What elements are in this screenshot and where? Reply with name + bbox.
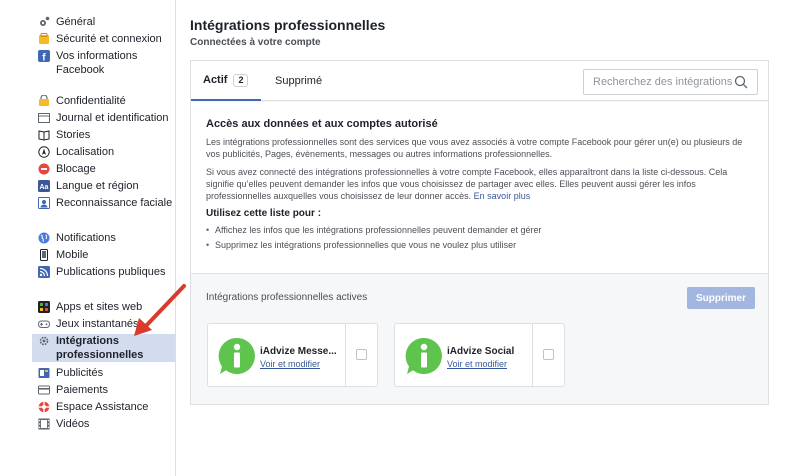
sidebar-item-label: Vos informations Facebook (56, 50, 138, 76)
sidebar-item-ads[interactable]: Publicités (38, 366, 175, 383)
info-paragraph: Si vous avez connecté des intégrations p… (206, 166, 754, 202)
sidebar-item-label: Intégrations professionnelles (56, 335, 144, 361)
remove-button[interactable]: Supprimer (687, 287, 755, 309)
sidebar-item-label: Espace Assistance (56, 401, 149, 413)
info-text: Si vous avez connecté des intégrations p… (206, 167, 728, 201)
usage-list: Affichez les infos que les intégrations … (206, 223, 754, 253)
info-section: Accès aux données et aux comptes autoris… (191, 102, 768, 274)
sidebar-item-label: Publicités (56, 367, 104, 379)
apps-icon (38, 301, 50, 313)
ads-icon (38, 367, 50, 379)
tab-label: Actif (203, 74, 228, 86)
info-heading: Accès aux données et aux comptes autoris… (206, 118, 438, 130)
sidebar-item-payments[interactable]: Paiements (38, 383, 175, 400)
sidebar-item-general[interactable]: Général (38, 15, 162, 32)
list-lead: Utilisez cette liste pour : (206, 208, 322, 219)
shield-icon (38, 33, 50, 45)
search-icon[interactable] (734, 75, 748, 89)
sidebar-item-label: Stories (56, 129, 91, 141)
red-arrow-annotation (134, 284, 186, 336)
integration-name: iAdvize Social (447, 346, 515, 357)
block-icon (38, 163, 50, 175)
integration-name: iAdvize Messe... (260, 346, 337, 357)
search-box (583, 69, 758, 95)
info-paragraph: Les intégrations professionnelles sont d… (206, 137, 743, 159)
list-item: Supprimez les intégrations professionnel… (206, 238, 754, 253)
learn-more-link[interactable]: En savoir plus (474, 191, 531, 201)
sidebar-item-stories[interactable]: Stories (38, 128, 172, 145)
sidebar-item-security[interactable]: Sécurité et connexion (38, 32, 162, 49)
sidebar-divider (175, 0, 176, 476)
sidebar-group-privacy: Confidentialité Journal et identificatio… (38, 94, 172, 213)
sidebar-item-label: Mobile (56, 249, 89, 261)
facebook-icon: f (38, 50, 50, 62)
page-subtitle: Connectées à votre compte (190, 37, 321, 48)
sidebar-item-label: Vidéos (56, 418, 90, 430)
sidebar-item-privacy[interactable]: Confidentialité (38, 94, 172, 111)
integrations-panel: Actif 2 Supprimé Accès aux données et au… (190, 60, 769, 405)
lock-icon (38, 95, 50, 107)
sidebar-item-language[interactable]: Aa Langue et région (38, 179, 172, 196)
sidebar-item-label: Publications publiques (56, 266, 166, 278)
sidebar-item-notifications[interactable]: Notifications (38, 231, 165, 248)
gamepad-icon (38, 318, 50, 330)
view-edit-link[interactable]: Voir et modifier (260, 359, 320, 369)
tab-removed[interactable]: Supprimé (275, 61, 322, 101)
language-icon: Aa (38, 180, 50, 192)
globe-icon (38, 232, 50, 244)
iadvize-logo-icon (217, 336, 257, 376)
rss-icon (38, 266, 50, 278)
search-input[interactable] (584, 70, 732, 94)
sidebar-item-business-integrations[interactable]: Intégrations professionnelles (32, 334, 175, 362)
location-icon (38, 146, 50, 158)
sidebar-group-account: Général Sécurité et connexion f Vos info… (38, 15, 162, 79)
tab-count-badge: 2 (233, 73, 249, 87)
sidebar-item-mobile[interactable]: Mobile (38, 248, 165, 265)
sidebar-item-timeline[interactable]: Journal et identification (38, 111, 172, 128)
sidebar-item-label: Général (56, 16, 96, 28)
film-icon (38, 418, 50, 430)
card-divider (345, 324, 346, 386)
sidebar-item-label: Langue et région (56, 180, 139, 192)
sidebar-item-blocking[interactable]: Blocage (38, 162, 172, 179)
sidebar-item-label: Journal et identification (56, 112, 169, 124)
sidebar-item-label: Notifications (56, 232, 116, 244)
sidebar-item-videos[interactable]: Vidéos (38, 417, 175, 434)
select-checkbox[interactable] (356, 349, 367, 360)
gear-icon (38, 16, 50, 28)
sidebar-item-label: Reconnaissance faciale (56, 197, 173, 209)
card-icon (38, 384, 50, 396)
sidebar-item-face-recognition[interactable]: Reconnaissance faciale (38, 196, 172, 213)
integration-card[interactable]: iAdvize Social Voir et modifier (394, 323, 565, 387)
sidebar-item-support-inbox[interactable]: Espace Assistance (38, 400, 175, 417)
book-icon (38, 129, 50, 141)
tab-bar: Actif 2 Supprimé (191, 61, 768, 101)
svg-text:Aa: Aa (40, 184, 49, 191)
integration-card[interactable]: iAdvize Messe... Voir et modifier (207, 323, 378, 387)
view-edit-link[interactable]: Voir et modifier (447, 359, 507, 369)
active-integrations-title: Intégrations professionnelles actives (206, 292, 368, 303)
page-title: Intégrations professionnelles (190, 17, 386, 33)
sidebar-item-label: Paiements (56, 384, 108, 396)
sidebar-item-label: Localisation (56, 146, 115, 158)
timeline-icon (38, 112, 50, 124)
lifebuoy-icon (38, 401, 50, 413)
tab-active[interactable]: Actif 2 (191, 61, 261, 101)
sidebar-item-your-facebook-info[interactable]: f Vos informations Facebook (38, 49, 162, 79)
sidebar-item-public-posts[interactable]: Publications publiques (38, 265, 165, 282)
select-checkbox[interactable] (543, 349, 554, 360)
mobile-icon (38, 249, 50, 261)
face-icon (38, 197, 50, 209)
business-gear-icon (38, 335, 50, 347)
sidebar-item-label: Confidentialité (56, 95, 126, 107)
sidebar-item-label: Sécurité et connexion (56, 33, 162, 45)
sidebar-item-location[interactable]: Localisation (38, 145, 172, 162)
settings-sidebar: Général Sécurité et connexion f Vos info… (0, 0, 175, 476)
list-item: Affichez les infos que les intégrations … (206, 223, 754, 238)
iadvize-logo-icon (404, 336, 444, 376)
card-divider (532, 324, 533, 386)
sidebar-group-notifications: Notifications Mobile Publications publiq… (38, 231, 165, 282)
sidebar-item-label: Blocage (56, 163, 96, 175)
sidebar-item-label: Jeux instantanés (56, 318, 139, 330)
